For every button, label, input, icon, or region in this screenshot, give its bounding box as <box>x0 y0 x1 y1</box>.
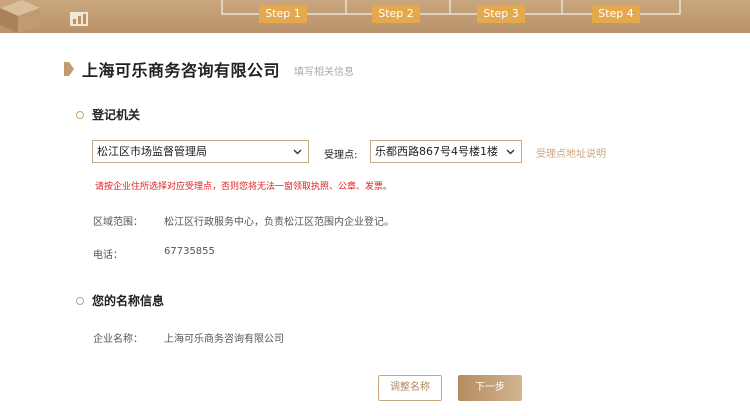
section-title-registration: 登记机关 <box>92 108 141 122</box>
step-3[interactable]: Step 3 <box>477 5 525 23</box>
acceptance-point-select-value: 乐都西路867号4号楼1楼 <box>375 145 498 158</box>
step-4[interactable]: Step 4 <box>592 5 640 23</box>
authority-select-value: 松江区市场监督管理局 <box>97 145 207 158</box>
acceptance-point-label: 受理点: <box>324 150 358 161</box>
circle-bullet-icon <box>76 296 84 305</box>
section-title-name-info: 您的名称信息 <box>92 294 165 308</box>
phone-label: 电话： <box>93 250 123 261</box>
page-title: 上海可乐商务咨询有限公司 <box>82 61 281 80</box>
area-label: 区域范围： <box>93 217 143 228</box>
phone-value: 67735855 <box>164 246 215 257</box>
company-name-value: 上海可乐商务咨询有限公司 <box>164 334 284 345</box>
step-1[interactable]: Step 1 <box>259 5 307 23</box>
top-banner: Step 1 Step 2 Step 3 Step 4 <box>0 0 750 33</box>
acceptance-point-info-link[interactable]: 受理点地址说明 <box>536 145 606 160</box>
company-name-label: 企业名称： <box>93 334 143 345</box>
heading-marker-icon <box>64 62 74 76</box>
next-step-button[interactable]: 下一步 <box>458 375 522 401</box>
authority-select[interactable]: 松江区市场监督管理局 <box>92 140 309 163</box>
adjust-name-button[interactable]: 调整名称 <box>378 375 442 401</box>
circle-bullet-icon <box>76 110 84 119</box>
area-value: 松江区行政服务中心，负责松江区范围内企业登记。 <box>164 217 394 228</box>
page-subtitle: 填写相关信息 <box>294 66 355 78</box>
chevron-down-icon <box>293 149 302 155</box>
page-heading: 上海可乐商务咨询有限公司 填写相关信息 <box>64 58 354 80</box>
section-name-info-header: 您的名称信息 <box>76 292 164 309</box>
acceptance-warning: 请按企业住所选择对应受理点，否则您将无法一窗领取执照、公章、发票。 <box>95 182 393 192</box>
step-2[interactable]: Step 2 <box>372 5 420 23</box>
chevron-down-icon <box>506 149 515 155</box>
acceptance-point-select[interactable]: 乐都西路867号4号楼1楼 <box>370 140 522 163</box>
section-registration-header: 登记机关 <box>76 106 140 123</box>
